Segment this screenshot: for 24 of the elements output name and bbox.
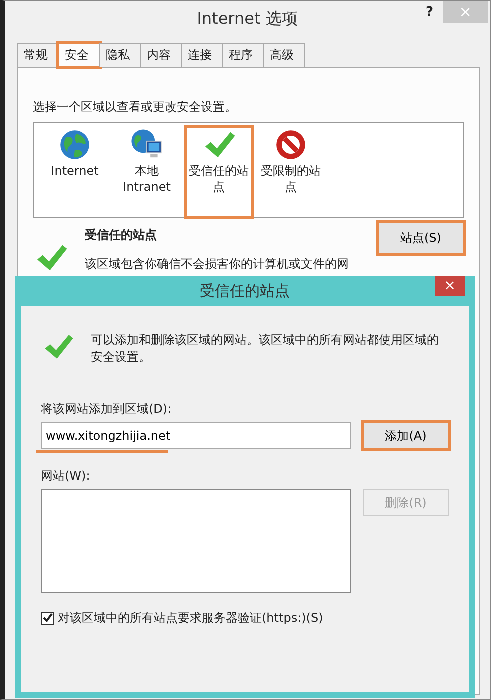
close-button[interactable]: × (435, 276, 465, 296)
field-label: 将该网站添加到区域(D): (41, 401, 173, 418)
checkbox-label: 对该区域中的所有站点要求服务器验证(https:)(S) (58, 610, 324, 627)
zone-description: 该区域包含你确信不会损害你的计算机或文件的网 (85, 256, 350, 273)
zone-item[interactable]: Internet (42, 127, 108, 217)
list-label: 网站(W): (41, 468, 92, 485)
sites-button[interactable]: 站点(S) (378, 222, 464, 254)
zone-item[interactable]: 受信任的站点 (186, 127, 252, 217)
dialog-title: 受信任的站点 (200, 282, 290, 300)
tab[interactable]: 高级 (263, 43, 305, 67)
window-title: Internet 选项 (197, 9, 298, 28)
add-button[interactable]: 添加(A) (363, 422, 449, 449)
checkbox[interactable] (41, 612, 54, 624)
help-button[interactable]: ? (426, 3, 434, 22)
zone-item[interactable]: 本地 Intranet (114, 127, 180, 217)
info-message: 可以添加和删除该区域的网站。该区域中的所有网站都使用区域的安全设置。 (91, 332, 440, 366)
tab[interactable]: 安全 (58, 43, 100, 67)
zone-title: 受信任的站点 (85, 227, 157, 244)
instruction-text: 选择一个区域以查看或更改安全设置。 (33, 99, 238, 116)
website-field[interactable]: www.xitongzhijia.net (41, 422, 351, 449)
zone-item[interactable]: 受限制的站点 (258, 127, 324, 217)
tab[interactable]: 隐私 (99, 43, 141, 67)
website-list[interactable] (41, 489, 351, 593)
tab[interactable]: 常规 (17, 43, 59, 67)
